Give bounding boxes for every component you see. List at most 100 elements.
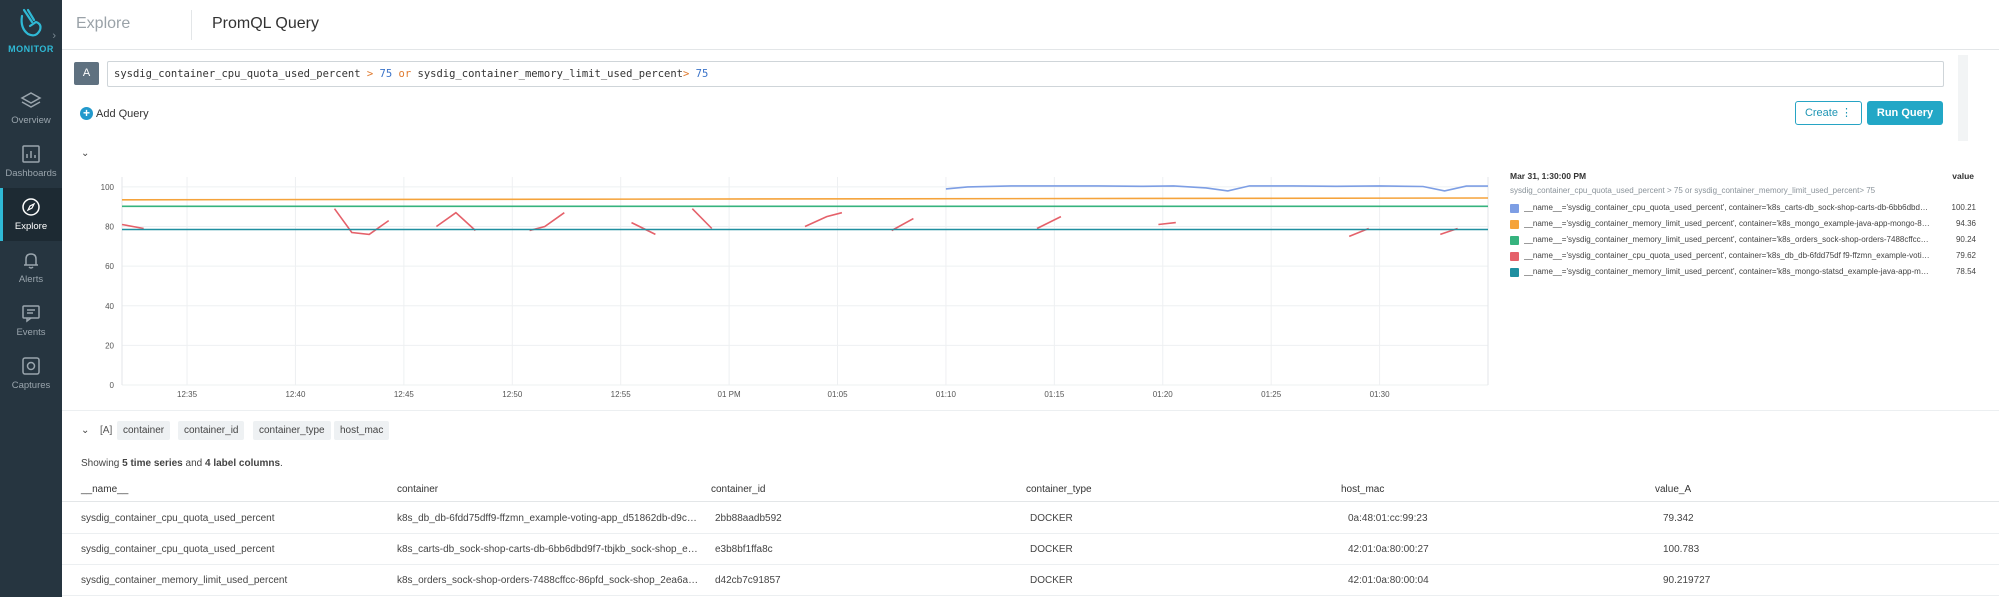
series-line-3	[1158, 221, 1176, 226]
legend-value: 94.36	[1955, 219, 1976, 228]
cell-container-type: DOCKER	[1030, 513, 1073, 524]
query-threshold-2: 75	[695, 68, 709, 80]
legend-row[interactable]: __name__='sysdig_container_memory_limit_…	[1510, 266, 1976, 280]
label-pill-container-id[interactable]: container_id	[178, 421, 245, 440]
legend-value: 100.21	[1951, 203, 1976, 212]
cell-container: k8s_orders_sock-shop-orders-7488cffcc-86…	[397, 575, 699, 586]
table-row[interactable]: sysdig_container_cpu_quota_used_percent …	[62, 503, 1999, 534]
sidebar-item-label: Explore	[14, 221, 48, 232]
series-line-3	[333, 208, 390, 236]
dashboard-icon	[22, 145, 40, 163]
scrollbar[interactable]	[1958, 55, 1968, 141]
column-header-name[interactable]: __name__	[81, 484, 128, 495]
sidebar-item-label: Dashboards	[5, 168, 57, 179]
sidebar-item-label: Captures	[11, 380, 51, 391]
page-title: PromQL Query	[212, 15, 319, 32]
series-line-3	[435, 211, 476, 232]
x-tick-label: 12:55	[611, 390, 632, 399]
cell-container: k8s_db_db-6fdd75dff9-ffzmn_example-votin…	[397, 513, 699, 524]
legend-value: 79.62	[1955, 251, 1976, 260]
create-button-label: Create	[1804, 107, 1838, 119]
column-header-value[interactable]: value_A	[1655, 484, 1691, 495]
brand-label: MONITOR	[8, 44, 54, 54]
page-header: Explore PromQL Query	[62, 0, 1999, 50]
sidebar-item-label: Events	[16, 327, 46, 338]
sidebar-item-explore[interactable]: Explore	[0, 188, 62, 241]
chevron-down-icon[interactable]: ⌄	[81, 148, 89, 159]
results-summary: Showing 5 time series and 4 label column…	[81, 458, 283, 469]
summary-suffix: .	[280, 458, 283, 469]
promql-query-input[interactable]: sysdig_container_cpu_quota_used_percent …	[107, 61, 1944, 87]
sidebar-item-overview[interactable]: Overview	[0, 82, 62, 135]
breadcrumb-explore[interactable]: Explore	[76, 15, 130, 33]
sidebar-item-captures[interactable]: Captures	[0, 347, 62, 400]
x-tick-label: 01 PM	[718, 390, 741, 399]
column-header-host-mac[interactable]: host_mac	[1341, 484, 1384, 495]
monitor-logo[interactable]: MONITOR ›	[0, 8, 62, 68]
legend-label: __name__='sysdig_container_cpu_quota_use…	[1524, 251, 1930, 260]
x-tick-label: 01:20	[1153, 390, 1174, 399]
legend-value: 78.54	[1955, 267, 1976, 276]
series-line-3	[529, 212, 565, 232]
label-pill-container-type[interactable]: container_type	[253, 421, 331, 440]
x-tick-label: 12:35	[177, 390, 198, 399]
query-or-operator: or	[398, 68, 412, 80]
legend-query: sysdig_container_cpu_quota_used_percent …	[1510, 186, 1876, 195]
legend-row[interactable]: __name__='sysdig_container_memory_limit_…	[1510, 218, 1976, 232]
legend-row[interactable]: __name__='sysdig_container_memory_limit_…	[1510, 234, 1976, 248]
legend-value: 90.24	[1955, 235, 1976, 244]
series-line-1	[121, 197, 1489, 201]
sidebar-item-label: Overview	[11, 115, 51, 126]
sidebar-item-dashboards[interactable]: Dashboards	[0, 135, 62, 188]
add-query-button[interactable]: + Add Query	[80, 105, 149, 121]
sidebar-item-alerts[interactable]: Alerts	[0, 241, 62, 294]
query-metric-1: sysdig_container_cpu_quota_used_percent	[114, 68, 361, 80]
cell-container-type: DOCKER	[1030, 575, 1073, 586]
run-query-button[interactable]: Run Query	[1867, 101, 1943, 125]
series-line-3	[631, 221, 656, 236]
more-vertical-icon: ⋮	[1841, 107, 1853, 119]
column-header-container[interactable]: container	[397, 484, 438, 495]
x-tick-label: 12:40	[285, 390, 306, 399]
legend-value-header: value	[1952, 171, 1974, 181]
query-threshold-1: 75	[379, 68, 393, 80]
summary-prefix: Showing	[81, 458, 120, 469]
series-line-3	[804, 211, 843, 228]
legend-row[interactable]: __name__='sysdig_container_cpu_quota_use…	[1510, 250, 1976, 264]
table-header: __name__ container container_id containe…	[62, 477, 1999, 502]
label-pill-container[interactable]: container	[117, 421, 171, 440]
x-tick-label: 01:30	[1370, 390, 1391, 399]
sidebar-item-label: Alerts	[18, 274, 44, 285]
bell-icon	[24, 253, 38, 269]
cell-value: 100.783	[1663, 544, 1700, 555]
x-tick-label: 01:10	[936, 390, 957, 399]
cell-name: sysdig_container_memory_limit_used_perce…	[81, 575, 288, 586]
layers-icon	[20, 92, 42, 108]
legend-label: __name__='sysdig_container_memory_limit_…	[1524, 219, 1930, 228]
table-row[interactable]: sysdig_container_cpu_quota_used_percent …	[62, 534, 1999, 565]
create-button[interactable]: Create ⋮	[1795, 101, 1862, 125]
query-label-badge[interactable]: A	[74, 62, 99, 85]
cell-value: 90.219727	[1663, 575, 1711, 586]
sidebar-item-events[interactable]: Events	[0, 294, 62, 347]
table-row[interactable]: sysdig_container_memory_limit_used_perce…	[62, 565, 1999, 596]
capture-icon	[22, 357, 40, 375]
timeseries-chart[interactable]: 0 20 40 60 80 100 12:35 12:40 12:45 12:50 12:55 01 …	[62, 165, 1502, 405]
compass-icon	[22, 198, 40, 216]
summary-mid: and	[185, 458, 203, 469]
column-header-container-type[interactable]: container_type	[1026, 484, 1092, 495]
legend-row[interactable]: __name__='sysdig_container_cpu_quota_use…	[1510, 202, 1976, 216]
chevron-right-icon[interactable]: ›	[52, 30, 56, 42]
x-tick-label: 01:25	[1261, 390, 1282, 399]
cell-host-mac: 42:01:0a:80:00:04	[1348, 575, 1429, 586]
events-icon	[22, 305, 40, 323]
add-query-label: Add Query	[96, 107, 149, 120]
legend-label: __name__='sysdig_container_memory_limit_…	[1524, 235, 1929, 244]
chevron-down-icon[interactable]: ⌄	[81, 425, 89, 436]
plus-circle-icon: +	[80, 107, 93, 121]
label-pill-host-mac[interactable]: host_mac	[334, 421, 390, 440]
x-tick-label: 01:15	[1044, 390, 1065, 399]
column-header-container-id[interactable]: container_id	[711, 484, 765, 495]
legend-timestamp: Mar 31, 1:30:00 PM	[1510, 171, 1587, 181]
cell-host-mac: 42:01:0a:80:00:27	[1348, 544, 1429, 555]
